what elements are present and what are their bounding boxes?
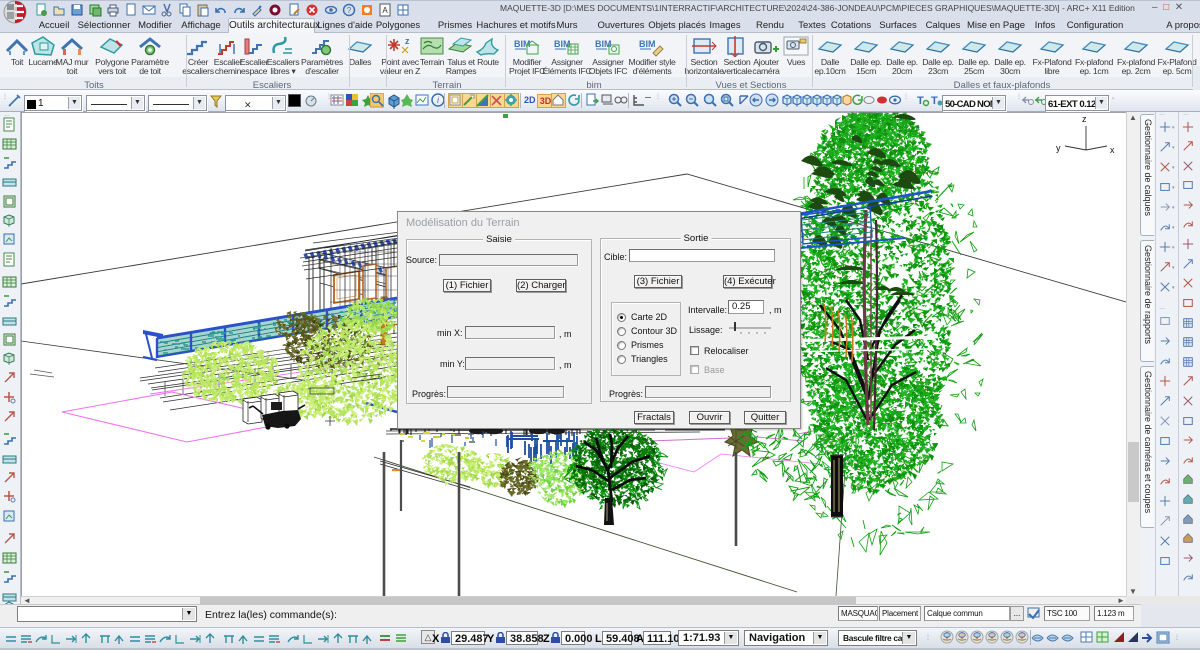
svg-text:z: z bbox=[405, 36, 410, 46]
svg-text:x: x bbox=[1110, 145, 1115, 155]
svg-text:A: A bbox=[382, 6, 388, 15]
svg-text:y: y bbox=[1056, 143, 1061, 153]
svg-text:T: T bbox=[917, 95, 924, 107]
svg-text:?: ? bbox=[347, 6, 352, 15]
svg-text:i: i bbox=[437, 95, 440, 105]
svg-text:T: T bbox=[931, 95, 938, 107]
svg-text:z: z bbox=[1082, 114, 1087, 124]
svg-text:BIM: BIM bbox=[639, 39, 656, 49]
